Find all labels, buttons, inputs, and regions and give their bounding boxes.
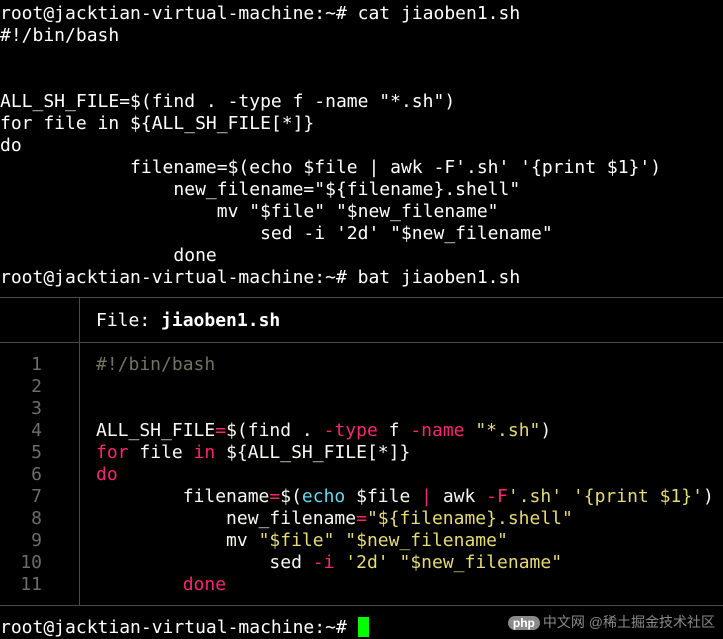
code-token-builtin: echo <box>301 486 346 507</box>
code-token-plain: ) <box>540 420 552 441</box>
code-token-plain: ${ALL_SH_FILE[*]} <box>215 442 411 463</box>
code-token-string: '.sh' <box>507 486 563 507</box>
line-number: 11 <box>20 574 42 595</box>
bat-top-border <box>0 297 723 298</box>
code-token-keyword: for <box>96 442 129 463</box>
code-token-plain: $(find . <box>226 420 324 441</box>
code-token-string: '{print $1}' <box>572 486 703 507</box>
line-number: 6 <box>31 464 42 485</box>
line-number: 7 <box>31 486 42 507</box>
line-number: 1 <box>31 354 42 375</box>
code-token-string: "$new_filename" <box>399 552 563 573</box>
line-number: 9 <box>31 530 42 551</box>
file-header-filename: jiaoben1.sh <box>161 310 281 331</box>
final-prompt: root@jacktian-virtual-machine:~# <box>0 617 369 639</box>
line-number: 4 <box>31 420 42 441</box>
code-token-string: "${filename}.shell" <box>366 508 573 529</box>
code-token-plain: ) <box>702 486 714 507</box>
code-line: done <box>96 574 226 596</box>
code-token-keyword: done <box>96 574 227 595</box>
cat-output-line: mv "$file" "$new_filename" <box>0 201 499 222</box>
code-line: new_filename="${filename}.shell" <box>96 508 573 530</box>
code-line: sed -i '2d' "$new_filename" <box>96 552 562 574</box>
code-token-plain: $file <box>345 486 422 507</box>
code-token-plain: ALL_SH_FILE <box>96 420 216 441</box>
cat-output-line: do <box>0 135 22 156</box>
final-prompt-text: root@jacktian-virtual-machine:~# <box>0 617 358 638</box>
code-token-plain: awk <box>431 486 487 507</box>
code-token-plain: f <box>377 420 411 441</box>
bat-bottom-border <box>0 605 723 606</box>
code-line: #!/bin/bash <box>96 354 215 376</box>
prompt-bat-command: root@jacktian-virtual-machine:~# bat jia… <box>0 267 521 288</box>
code-line: filename=$(echo $file | awk -F'.sh' '{pr… <box>96 486 714 508</box>
code-token-plain: $( <box>280 486 302 507</box>
line-number: 8 <box>31 508 42 529</box>
text-cursor <box>357 617 369 637</box>
prompt-cat-command: root@jacktian-virtual-machine:~# cat jia… <box>0 3 521 24</box>
cat-output-line: new_filename="${filename}.shell" <box>0 179 521 200</box>
code-token-keyword: do <box>96 464 118 485</box>
code-line: do <box>96 464 118 486</box>
watermark-text: 中文网 <box>542 614 585 630</box>
code-token-keyword: = <box>215 420 227 441</box>
code-token-string: '2d' <box>345 552 389 573</box>
line-number: 10 <box>20 552 42 573</box>
code-token-keyword: = <box>356 508 367 529</box>
code-token-plain: sed <box>96 552 313 573</box>
line-number: 3 <box>31 398 42 419</box>
code-token-plain: new_filename <box>96 508 357 529</box>
code-token-string: "$new_filename" <box>345 530 508 551</box>
bat-header-border <box>0 342 723 343</box>
code-token-keyword: in <box>193 442 216 463</box>
bat-gutter-separator <box>79 343 80 605</box>
file-header-label: File: <box>96 310 162 331</box>
code-token-keyword: -i <box>312 552 335 573</box>
code-line: mv "$file" "$new_filename" <box>96 530 508 552</box>
cat-output-line: #!/bin/bash <box>0 25 120 46</box>
terminal-window[interactable]: root@jacktian-virtual-machine:~# cat jia… <box>0 0 723 638</box>
code-token-keyword: -name <box>410 420 465 441</box>
code-line: for file in ${ALL_SH_FILE[*]} <box>96 442 410 464</box>
cat-output-line: done <box>0 245 217 266</box>
code-token-comment: #!/bin/bash <box>96 354 216 375</box>
cat-output-line: filename=$(echo $file | awk -F'.sh' '{pr… <box>0 157 662 178</box>
code-token-keyword: | <box>421 486 432 507</box>
line-number: 2 <box>31 376 42 397</box>
watermark: php 中文网 @稀土掘金技术社区 <box>507 612 715 632</box>
code-token-keyword: = <box>269 486 281 507</box>
code-token-keyword: -F <box>486 486 508 507</box>
watermark-badge: php <box>507 616 540 630</box>
code-token-plain: file <box>128 442 194 463</box>
code-line: ALL_SH_FILE=$(find . -type f -name "*.sh… <box>96 420 551 442</box>
code-token-plain: filename <box>96 486 270 507</box>
code-token-plain: mv <box>96 530 259 551</box>
cat-output-line: sed -i '2d' "$new_filename" <box>0 223 553 244</box>
cat-output-line: for file in ${ALL_SH_FILE[*]} <box>0 113 315 134</box>
code-token-string: "*.sh" <box>475 420 541 441</box>
code-token-keyword: -type <box>323 420 378 441</box>
bat-file-header: File: jiaoben1.sh <box>96 310 280 332</box>
cat-output-line: ALL_SH_FILE=$(find . -type f -name "*.sh… <box>0 91 456 112</box>
watermark-site: @稀土掘金技术社区 <box>588 614 715 630</box>
code-token-string: "$file" <box>258 530 335 551</box>
line-number: 5 <box>31 442 42 463</box>
bat-header-separator <box>79 298 80 342</box>
